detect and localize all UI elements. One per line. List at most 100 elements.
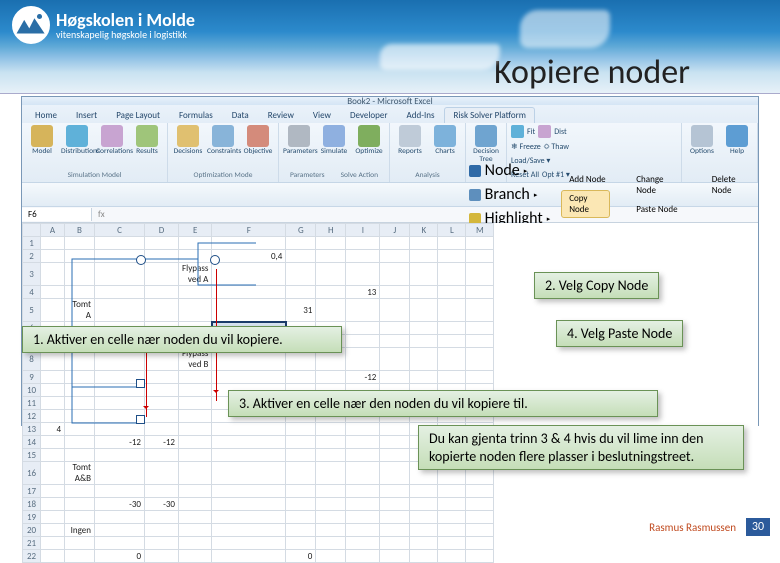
cell[interactable] xyxy=(179,449,212,462)
cell[interactable] xyxy=(380,462,410,485)
ribbon-button[interactable]: Constraints xyxy=(207,125,239,156)
cell[interactable] xyxy=(65,237,95,250)
cell[interactable] xyxy=(316,524,346,537)
cell[interactable] xyxy=(65,371,95,384)
cell[interactable] xyxy=(179,550,212,563)
cell[interactable] xyxy=(346,550,380,563)
ribbon-tab[interactable]: Page Layout xyxy=(107,107,169,123)
cell[interactable] xyxy=(95,237,145,250)
ribbon-button[interactable]: Decision Tree xyxy=(470,125,502,163)
cell[interactable] xyxy=(410,524,438,537)
cell[interactable] xyxy=(346,299,380,322)
cell[interactable] xyxy=(41,299,65,322)
cell[interactable] xyxy=(410,485,438,498)
ribbon-tab[interactable]: Formulas xyxy=(170,107,222,123)
cell[interactable] xyxy=(316,299,346,322)
ribbon-tab[interactable]: Developer xyxy=(341,107,397,123)
cell[interactable] xyxy=(380,550,410,563)
cell[interactable] xyxy=(438,263,466,286)
cell[interactable] xyxy=(316,371,346,384)
cell[interactable] xyxy=(346,322,380,335)
cell[interactable] xyxy=(41,436,65,449)
ribbon-button[interactable]: Correlations xyxy=(96,125,128,156)
cell[interactable] xyxy=(346,511,380,524)
cell[interactable] xyxy=(410,263,438,286)
cell[interactable] xyxy=(380,322,410,335)
cell[interactable] xyxy=(41,449,65,462)
cell[interactable] xyxy=(212,423,286,436)
cell[interactable] xyxy=(286,449,316,462)
cell[interactable] xyxy=(286,537,316,550)
cell[interactable] xyxy=(316,550,346,563)
cell[interactable] xyxy=(145,550,179,563)
cell[interactable] xyxy=(95,286,145,299)
cell[interactable] xyxy=(212,550,286,563)
cell[interactable] xyxy=(346,237,380,250)
cell[interactable] xyxy=(410,250,438,263)
cell[interactable] xyxy=(346,537,380,550)
cell[interactable] xyxy=(316,449,346,462)
ribbon-button[interactable]: Options xyxy=(686,125,718,156)
cell[interactable] xyxy=(286,485,316,498)
cell[interactable] xyxy=(380,250,410,263)
cell[interactable] xyxy=(212,263,286,286)
cell[interactable] xyxy=(145,462,179,485)
cell[interactable] xyxy=(286,286,316,299)
cell[interactable] xyxy=(95,524,145,537)
cell[interactable] xyxy=(41,384,65,397)
cell[interactable] xyxy=(466,498,494,511)
cell[interactable] xyxy=(179,462,212,485)
cell[interactable] xyxy=(212,371,286,384)
cell[interactable] xyxy=(466,537,494,550)
cell[interactable] xyxy=(410,348,438,371)
menu-change-node[interactable]: Change Node xyxy=(628,171,685,199)
cell[interactable] xyxy=(316,250,346,263)
cell[interactable] xyxy=(286,423,316,436)
ribbon-button[interactable]: Reports xyxy=(394,125,426,156)
cell[interactable] xyxy=(212,436,286,449)
cell[interactable] xyxy=(145,537,179,550)
cell[interactable] xyxy=(212,511,286,524)
cell[interactable] xyxy=(65,537,95,550)
cell[interactable]: Flypass ved A xyxy=(179,263,212,286)
ribbon-button[interactable]: Decisions xyxy=(172,125,204,156)
cell[interactable] xyxy=(346,436,380,449)
cell[interactable] xyxy=(346,263,380,286)
cell[interactable] xyxy=(65,286,95,299)
cell[interactable] xyxy=(95,449,145,462)
cell[interactable] xyxy=(65,397,95,410)
ribbon-button[interactable]: Parameters xyxy=(283,125,315,156)
cell[interactable] xyxy=(286,511,316,524)
cell[interactable] xyxy=(410,537,438,550)
cell[interactable] xyxy=(41,397,65,410)
cell[interactable] xyxy=(145,410,179,423)
ribbon-tab[interactable]: Home xyxy=(26,107,66,123)
cell[interactable] xyxy=(380,449,410,462)
cell[interactable] xyxy=(41,410,65,423)
cell[interactable] xyxy=(286,462,316,485)
cell[interactable] xyxy=(466,485,494,498)
cell[interactable] xyxy=(95,397,145,410)
cell[interactable] xyxy=(438,485,466,498)
cell[interactable] xyxy=(380,335,410,348)
cell[interactable] xyxy=(346,335,380,348)
cell[interactable] xyxy=(95,485,145,498)
cell[interactable] xyxy=(438,237,466,250)
cell[interactable] xyxy=(346,485,380,498)
cell[interactable] xyxy=(410,237,438,250)
ribbon-tab[interactable]: Data xyxy=(223,107,258,123)
ribbon-button[interactable]: Simulate xyxy=(318,125,350,156)
cell[interactable] xyxy=(316,436,346,449)
cell[interactable] xyxy=(65,550,95,563)
cell[interactable] xyxy=(380,299,410,322)
ribbon-button[interactable]: Model xyxy=(26,125,58,156)
ribbon-button[interactable]: Results xyxy=(131,125,163,156)
ribbon-item-node[interactable]: Node▸ xyxy=(466,159,554,182)
cell[interactable] xyxy=(380,237,410,250)
cell[interactable] xyxy=(466,550,494,563)
cell[interactable] xyxy=(410,498,438,511)
cell[interactable] xyxy=(466,511,494,524)
cell[interactable] xyxy=(41,371,65,384)
cell[interactable] xyxy=(410,322,438,335)
cell[interactable] xyxy=(65,384,95,397)
